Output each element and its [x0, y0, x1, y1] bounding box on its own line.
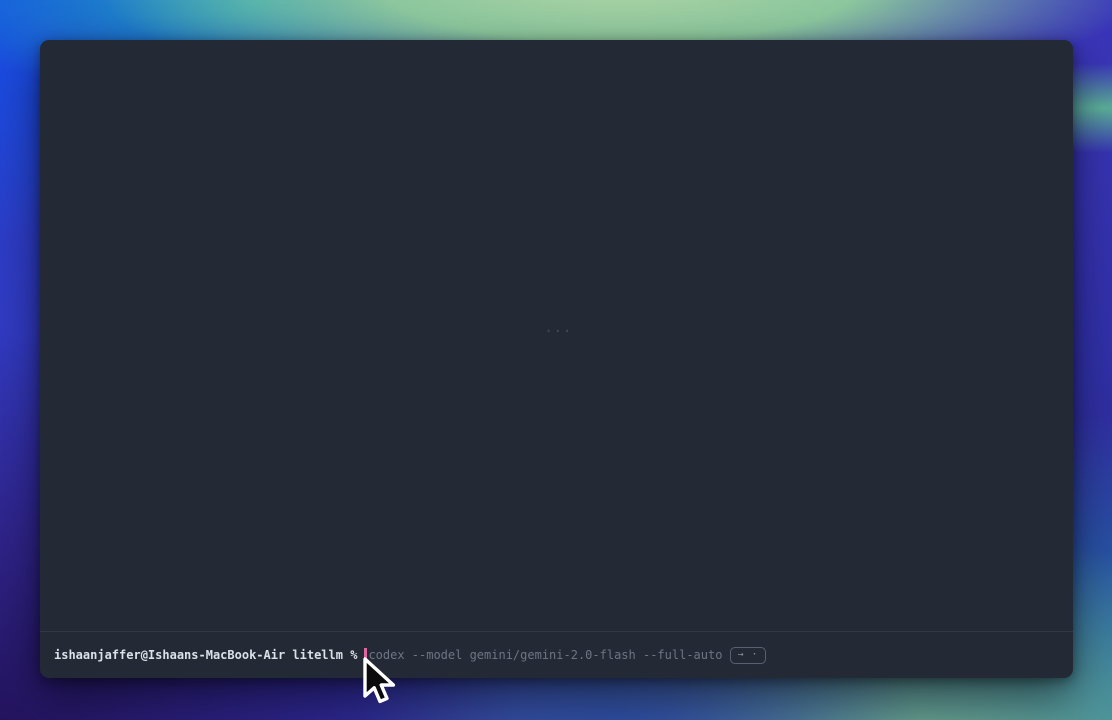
- collapsed-output-ellipsis: ...: [545, 321, 573, 335]
- desktop-wallpaper: ... ishaanjaffer@Ishaans-MacBook-Air lit…: [0, 0, 1112, 720]
- accept-suggestion-hint-badge: → ·: [730, 647, 765, 664]
- terminal-window[interactable]: ... ishaanjaffer@Ishaans-MacBook-Air lit…: [40, 40, 1073, 678]
- autosuggestion-text: codex --model gemini/gemini-2.0-flash --…: [368, 648, 722, 662]
- text-caret: [364, 648, 367, 663]
- shell-prompt: ishaanjaffer@Ishaans-MacBook-Air litellm…: [54, 648, 357, 662]
- right-arrow-key-icon: → ·: [737, 650, 758, 660]
- command-input-row[interactable]: ishaanjaffer@Ishaans-MacBook-Air litellm…: [40, 632, 1073, 678]
- terminal-output-area: ...: [40, 40, 1073, 631]
